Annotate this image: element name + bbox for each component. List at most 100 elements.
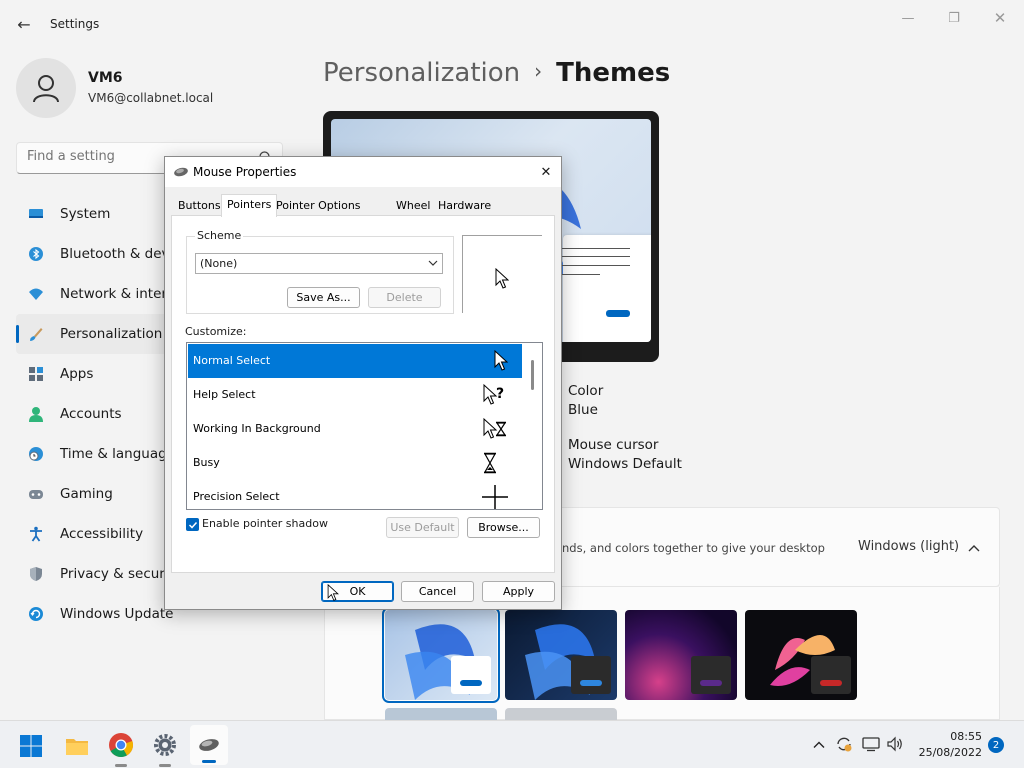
preview-line: [562, 256, 630, 257]
breadcrumb-parent[interactable]: Personalization: [323, 58, 520, 88]
tab-pointer-options[interactable]: Pointer Options: [271, 196, 366, 216]
help-cursor-icon: ?: [483, 383, 504, 405]
accessibility-icon: [30, 526, 42, 542]
scrollbar-thumb[interactable]: [531, 360, 534, 390]
theme-thumbnail-row2[interactable]: [385, 708, 497, 720]
mouse-icon: [199, 739, 219, 751]
preview-line: [562, 265, 630, 266]
cursor-item-normal-select[interactable]: Normal Select: [188, 344, 522, 378]
maximize-button[interactable]: ❐: [934, 6, 974, 30]
chevron-down-icon: [428, 260, 438, 266]
tab-buttons[interactable]: Buttons: [173, 196, 226, 216]
sidebar-item-label: Windows Update: [60, 606, 174, 622]
close-icon: ✕: [540, 164, 552, 180]
theme-thumbnail-windows-dark[interactable]: [505, 610, 617, 700]
chevron-up-icon[interactable]: [812, 738, 826, 752]
cancel-button[interactable]: Cancel: [401, 581, 474, 602]
chrome-button[interactable]: [108, 732, 134, 767]
hourglass-cursor-icon: [483, 452, 497, 474]
enable-pointer-shadow-label[interactable]: Enable pointer shadow: [202, 517, 328, 530]
back-button[interactable]: ←: [12, 12, 36, 36]
file-explorer-button[interactable]: [64, 733, 90, 759]
mouse-cursor-label: Mouse cursor: [568, 437, 659, 453]
profile-name: VM6: [88, 70, 123, 86]
app-title: Settings: [50, 17, 100, 31]
sidebar-item-label: Personalization: [60, 326, 163, 342]
wifi-icon: [29, 288, 43, 300]
taskbar-clock[interactable]: 08:55 25/08/2022: [912, 729, 982, 761]
theme-thumbnail-captured-motion[interactable]: [745, 610, 857, 700]
notification-badge[interactable]: 2: [988, 737, 1004, 753]
sidebar-item-label: Accessibility: [60, 526, 144, 542]
monitor-icon: [29, 209, 43, 218]
enable-pointer-shadow-checkbox[interactable]: [186, 518, 199, 531]
dialog-title: Mouse Properties: [193, 165, 297, 179]
apps-icon: [29, 367, 43, 381]
sidebar-item-label: Bluetooth & devi: [60, 246, 174, 262]
current-theme-value: Windows (light): [858, 539, 960, 554]
mouse-icon: [174, 167, 188, 177]
apply-button[interactable]: Apply: [482, 581, 555, 602]
volume-icon[interactable]: [886, 736, 904, 752]
delete-button[interactable]: Delete: [368, 287, 441, 308]
crosshair-cursor-icon: [482, 485, 508, 509]
chrome-icon: [109, 733, 133, 758]
settings-button[interactable]: [152, 732, 178, 767]
cursor-item-label: Precision Select: [193, 490, 280, 503]
person-icon: [29, 407, 43, 422]
sidebar-item-label: Time & language: [60, 446, 176, 462]
update-icon: [29, 607, 43, 621]
theme-thumbnail-windows-light[interactable]: [382, 607, 500, 703]
shield-icon: [30, 567, 42, 581]
dialog-close-button[interactable]: ✕: [531, 157, 561, 187]
pointers-tab-panel: Scheme (None) Save As... Delete Customiz…: [171, 215, 555, 573]
cursor-list-scrollbar[interactable]: [524, 343, 542, 509]
save-as-button[interactable]: Save As...: [287, 287, 360, 308]
arrow-cursor-icon: [494, 349, 508, 371]
cursor-item-precision-select[interactable]: Precision Select: [188, 480, 522, 509]
browse-button[interactable]: Browse...: [467, 517, 540, 538]
close-button[interactable]: ✕: [980, 6, 1020, 30]
chevron-up-icon[interactable]: [966, 540, 982, 556]
sidebar-item-label: Accounts: [60, 406, 122, 422]
taskbar-time: 08:55: [950, 730, 982, 743]
tab-wheel[interactable]: Wheel: [391, 196, 435, 216]
cursor-item-label: Busy: [193, 456, 220, 469]
theme-thumbnail-glow[interactable]: [625, 610, 737, 700]
color-value[interactable]: Blue: [568, 402, 598, 418]
taskbar-date: 25/08/2022: [918, 746, 982, 759]
theme-thumbnail-row2[interactable]: [505, 708, 617, 720]
cursor-item-help-select[interactable]: Help Select ?: [188, 378, 522, 412]
sync-icon[interactable]: [835, 735, 853, 753]
mouse-pointer-icon: [327, 584, 339, 601]
cursor-item-working-in-background[interactable]: Working In Background: [188, 412, 522, 446]
start-button[interactable]: [18, 733, 44, 759]
preview-accent-button: [606, 310, 630, 317]
preview-window: [563, 235, 651, 342]
dialog-titlebar: Mouse Properties ✕: [165, 157, 561, 187]
brush-icon: [30, 328, 43, 341]
windows-logo-icon: [20, 735, 42, 757]
person-icon: [33, 75, 59, 103]
chevron-right-icon: ›: [534, 59, 543, 83]
scheme-dropdown[interactable]: (None): [195, 253, 443, 274]
mouse-cursor-value[interactable]: Windows Default: [568, 456, 682, 472]
check-icon: [188, 521, 197, 529]
scheme-value: (None): [200, 257, 238, 270]
svg-text:?: ?: [496, 386, 504, 402]
settings-titlebar: ← Settings — ❐ ✕: [0, 0, 1024, 48]
network-icon[interactable]: [862, 736, 880, 752]
profile-email: VM6@collabnet.local: [88, 91, 214, 105]
cursor-item-busy[interactable]: Busy: [188, 446, 522, 480]
scheme-label: Scheme: [195, 229, 244, 242]
cursor-list[interactable]: Normal Select Help Select ? Working In B…: [186, 342, 543, 510]
working-cursor-icon: [483, 417, 507, 439]
bluetooth-icon: [29, 247, 43, 261]
tab-pointers[interactable]: Pointers: [221, 194, 278, 217]
minimize-button[interactable]: —: [888, 6, 928, 30]
use-default-button[interactable]: Use Default: [386, 517, 459, 538]
clock-globe-icon: [29, 447, 43, 461]
sidebar-item-label: Network & interr: [60, 286, 173, 302]
tab-hardware[interactable]: Hardware: [433, 196, 496, 216]
mouse-properties-taskbar-button[interactable]: [190, 725, 228, 765]
